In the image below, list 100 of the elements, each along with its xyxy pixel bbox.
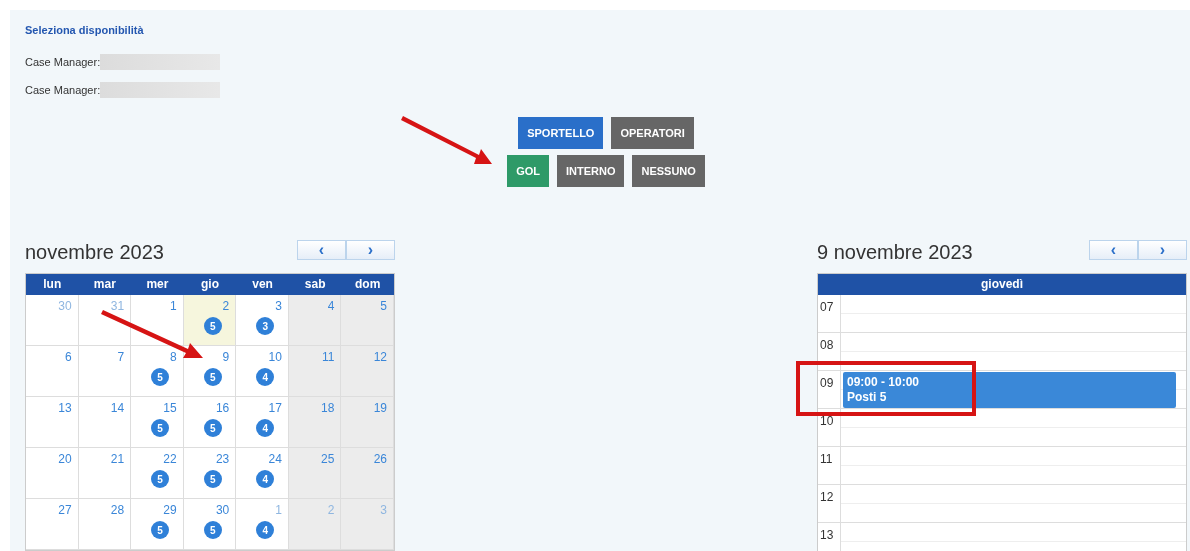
day-number: 20 <box>58 452 72 466</box>
next-button[interactable]: › <box>346 240 395 260</box>
day-number: 1 <box>170 299 177 313</box>
weekday-header: lun <box>26 274 79 295</box>
field-label: Case Manager: <box>25 56 101 68</box>
day-header: giovedì <box>818 274 1186 295</box>
day-number: 14 <box>110 401 125 415</box>
day-number: 16 <box>215 401 230 415</box>
day-title: 9 novembre 2023 <box>817 240 973 264</box>
count-badge: 4 <box>256 521 275 539</box>
count-badge: 5 <box>151 521 170 539</box>
day-number: 30 <box>58 299 72 313</box>
day-number: 2 <box>222 299 230 313</box>
weekday-header: ven <box>236 274 289 295</box>
day-cell[interactable]: 11 <box>288 346 342 397</box>
count-badge: 4 <box>256 470 275 488</box>
day-number: 23 <box>215 452 230 466</box>
day-cell[interactable]: 30 5 <box>183 499 237 550</box>
day-cell[interactable]: 26 <box>341 448 394 499</box>
day-cell[interactable]: 3 3 <box>236 295 289 346</box>
day-cell[interactable]: 4 <box>288 295 342 346</box>
day-cell[interactable]: 27 <box>26 499 79 550</box>
day-number: 4 <box>327 299 335 313</box>
day-number: 9 <box>222 350 230 364</box>
day-number: 27 <box>58 503 72 517</box>
previous-button[interactable]: ‹ <box>297 240 346 260</box>
day-cell[interactable]: 10 4 <box>236 346 289 397</box>
day-number: 22 <box>163 452 177 466</box>
day-number: 30 <box>215 503 230 517</box>
mode-button[interactable]: SPORTELLO <box>518 117 604 149</box>
mode-button[interactable]: GOL <box>507 155 549 187</box>
event-block[interactable]: 09:00 - 10:00 Posti 5 <box>843 372 1176 408</box>
day-number: 3 <box>380 503 387 517</box>
day-number: 11 <box>321 350 335 364</box>
next-button[interactable]: › <box>1138 240 1187 260</box>
day-number: 15 <box>163 401 177 415</box>
day-number: 19 <box>373 401 387 415</box>
day-cell[interactable]: 2 5 <box>183 295 237 346</box>
day-cell[interactable]: 16 5 <box>183 397 237 448</box>
day-number: 21 <box>110 452 125 466</box>
count-badge: 5 <box>203 419 222 437</box>
day-number: 7 <box>117 350 125 364</box>
weekday-header: dom <box>341 274 394 295</box>
day-cell[interactable]: 23 5 <box>183 448 237 499</box>
day-cell[interactable]: 18 <box>288 397 342 448</box>
count-badge: 5 <box>203 368 222 386</box>
day-cell[interactable]: 24 4 <box>236 448 289 499</box>
count-badge: 4 <box>256 368 275 386</box>
day-cell[interactable]: 28 <box>78 499 132 550</box>
day-cell[interactable]: 25 <box>288 448 342 499</box>
day-cell[interactable]: 1 4 <box>236 499 289 550</box>
day-number: 24 <box>268 452 282 466</box>
count-badge: 4 <box>256 419 275 437</box>
day-cell[interactable]: 14 <box>78 397 132 448</box>
day-cell[interactable]: 29 5 <box>131 499 184 550</box>
day-number: 25 <box>321 452 335 466</box>
day-cell[interactable]: 17 4 <box>236 397 289 448</box>
day-number: 6 <box>64 350 72 364</box>
weekday-header: mar <box>78 274 132 295</box>
event-text: Posti 5 <box>847 390 888 405</box>
day-number: 31 <box>110 299 125 313</box>
day-cell[interactable]: 20 <box>26 448 79 499</box>
weekday-header: gio <box>183 274 237 295</box>
count-badge: 5 <box>151 470 170 488</box>
day-cell[interactable]: 15 5 <box>131 397 184 448</box>
day-cell[interactable]: 7 <box>78 346 132 397</box>
day-number: 13 <box>58 401 72 415</box>
section-title: Seleziona disponibilità <box>25 24 145 38</box>
day-number: 10 <box>268 350 282 364</box>
day-number: 18 <box>321 401 335 415</box>
weekday-header: mer <box>131 274 184 295</box>
day-cell[interactable]: 22 5 <box>131 448 184 499</box>
weekday-header: sab <box>288 274 342 295</box>
day-number: 8 <box>170 350 177 364</box>
mode-button[interactable]: NESSUNO <box>632 155 705 187</box>
mode-button[interactable]: INTERNO <box>556 155 625 187</box>
day-number: 3 <box>275 299 282 313</box>
day-number: 28 <box>110 503 125 517</box>
day-cell[interactable]: 12 <box>341 346 394 397</box>
day-cell[interactable]: 19 <box>341 397 394 448</box>
mode-button[interactable]: OPERATORI <box>611 117 694 149</box>
day-cell[interactable]: 5 <box>341 295 394 346</box>
previous-button[interactable]: ‹ <box>1089 240 1138 260</box>
day-number: 17 <box>268 401 282 415</box>
field-label: Case Manager: <box>25 84 101 96</box>
count-badge: 3 <box>256 317 275 335</box>
day-number: 5 <box>380 299 387 313</box>
month-title: novembre 2023 <box>25 240 164 264</box>
count-badge: 5 <box>203 317 222 335</box>
day-number: 29 <box>163 503 177 517</box>
day-cell[interactable]: 21 <box>78 448 132 499</box>
count-badge: 5 <box>151 419 170 437</box>
count-badge: 5 <box>151 368 170 386</box>
day-cell[interactable]: 13 <box>26 397 79 448</box>
day-number: 1 <box>275 503 282 517</box>
event-time: 09:00 - 10:00 <box>847 375 921 390</box>
day-number: 26 <box>373 452 387 466</box>
day-cell[interactable]: 30 <box>26 295 79 346</box>
count-badge: 5 <box>203 470 222 488</box>
day-cell[interactable]: 6 <box>26 346 79 397</box>
